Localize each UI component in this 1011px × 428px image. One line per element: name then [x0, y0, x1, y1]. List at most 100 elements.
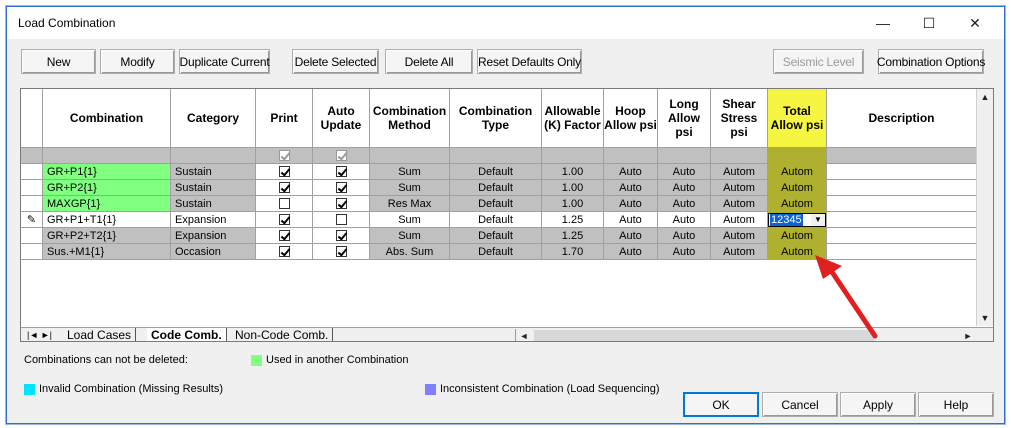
grid-cell-auto[interactable]: [313, 164, 370, 180]
grid-cell-shear[interactable]: Autom: [711, 196, 768, 212]
grid-cell-print[interactable]: [256, 212, 313, 228]
print-checkbox[interactable]: [278, 166, 290, 177]
column-header[interactable]: Long Allow psi: [658, 89, 711, 148]
grid-cell-shear[interactable]: Autom: [711, 164, 768, 180]
new-button[interactable]: New: [21, 49, 96, 74]
grid-cell-type[interactable]: Default: [450, 164, 542, 180]
apply-button[interactable]: Apply: [840, 392, 916, 417]
grid-cell-category[interactable]: Expansion: [171, 212, 256, 228]
grid-cell-method[interactable]: Abs. Sum: [370, 244, 450, 260]
grid-cell-k[interactable]: 1.00: [542, 164, 604, 180]
grid-cell-type[interactable]: Default: [450, 212, 542, 228]
grid-cell-total[interactable]: Autom: [768, 196, 827, 212]
grid-cell-method[interactable]: Sum: [370, 228, 450, 244]
close-button[interactable]: ✕: [952, 7, 998, 39]
delete-all-button[interactable]: Delete All: [385, 49, 473, 74]
grid-cell-shear[interactable]: Autom: [711, 212, 768, 228]
modify-button[interactable]: Modify: [100, 49, 175, 74]
vertical-scrollbar[interactable]: ▲ ▼: [976, 89, 993, 326]
print-checkbox[interactable]: [278, 246, 290, 257]
grid-cell-desc[interactable]: [827, 196, 977, 212]
grid-cell-long[interactable]: Auto: [658, 164, 711, 180]
grid-cell-category[interactable]: Sustain: [171, 164, 256, 180]
horizontal-scrollbar[interactable]: ◄ ►: [515, 328, 993, 341]
scroll-right-icon[interactable]: ►: [960, 328, 976, 341]
grid-cell-long[interactable]: Auto: [658, 228, 711, 244]
column-header[interactable]: Description: [827, 89, 977, 148]
grid-cell-shear[interactable]: Autom: [711, 228, 768, 244]
print-checkbox[interactable]: [278, 230, 290, 241]
grid-cell-print[interactable]: [256, 196, 313, 212]
grid-cell-method[interactable]: Res Max: [370, 196, 450, 212]
reset-defaults-button[interactable]: Reset Defaults Only: [477, 49, 582, 74]
grid-cell-desc[interactable]: [827, 228, 977, 244]
scroll-up-icon[interactable]: ▲: [977, 89, 993, 105]
tab-non-code-comb[interactable]: Non-Code Comb.: [231, 328, 334, 341]
dropdown-arrow-icon[interactable]: ▼: [811, 213, 825, 226]
grid-cell-print[interactable]: [256, 164, 313, 180]
grid-cell-hoop[interactable]: Auto: [604, 164, 658, 180]
seismic-level-button[interactable]: Seismic Level: [773, 49, 864, 74]
grid-cell-name[interactable]: MAXGP{1}: [43, 196, 171, 212]
grid-cell-hoop[interactable]: Auto: [604, 212, 658, 228]
grid-cell-desc[interactable]: [827, 212, 977, 228]
scroll-thumb[interactable]: [534, 330, 874, 341]
grid-cell-name[interactable]: GR+P1{1}: [43, 164, 171, 180]
combination-options-button[interactable]: Combination Options: [877, 49, 985, 74]
grid-cell-total[interactable]: Autom: [768, 244, 827, 260]
grid-cell-hoop[interactable]: Auto: [604, 180, 658, 196]
auto-checkbox[interactable]: [335, 166, 347, 177]
grid-cell-hoop[interactable]: Auto: [604, 244, 658, 260]
grid-cell-desc[interactable]: [827, 244, 977, 260]
grid-cell-desc[interactable]: [827, 164, 977, 180]
column-header[interactable]: Allowable (K) Factor: [542, 89, 604, 148]
auto-checkbox[interactable]: [335, 182, 347, 193]
grid-cell-type[interactable]: Default: [450, 228, 542, 244]
total-allow-edit-field[interactable]: 12345 ▼: [768, 212, 826, 227]
grid-cell-total[interactable]: 12345 ▼: [768, 212, 827, 228]
column-header[interactable]: Hoop Allow psi: [604, 89, 658, 148]
scroll-left-icon[interactable]: ◄: [516, 328, 532, 341]
grid-cell-auto[interactable]: [313, 228, 370, 244]
grid-cell-print[interactable]: [256, 180, 313, 196]
print-checkbox[interactable]: [278, 214, 290, 225]
grid-cell-method[interactable]: Sum: [370, 180, 450, 196]
grid-cell-name[interactable]: GR+P1+T1{1}: [43, 212, 171, 228]
grid-cell-long[interactable]: Auto: [658, 244, 711, 260]
column-header[interactable]: Print: [256, 89, 313, 148]
grid-cell-auto[interactable]: [313, 196, 370, 212]
grid-cell-k[interactable]: 1.25: [542, 212, 604, 228]
grid-cell-auto[interactable]: [313, 180, 370, 196]
grid-cell-auto[interactable]: [313, 244, 370, 260]
grid-cell-name[interactable]: Sus.+M1{1}: [43, 244, 171, 260]
tab-code-comb[interactable]: Code Comb.: [147, 328, 227, 341]
grid-cell-category[interactable]: Sustain: [171, 180, 256, 196]
grid-cell-hoop[interactable]: Auto: [604, 196, 658, 212]
grid-cell-category[interactable]: Sustain: [171, 196, 256, 212]
maximize-button[interactable]: ☐: [906, 7, 952, 39]
grid-cell-total[interactable]: Autom: [768, 228, 827, 244]
grid-cell-method[interactable]: Sum: [370, 164, 450, 180]
column-header[interactable]: Shear Stress psi: [711, 89, 768, 148]
grid-cell-category[interactable]: Expansion: [171, 228, 256, 244]
grid-cell-total[interactable]: Autom: [768, 180, 827, 196]
grid-cell-auto[interactable]: [313, 212, 370, 228]
column-header[interactable]: Combination: [43, 89, 171, 148]
grid-cell-name[interactable]: GR+P2+T2{1}: [43, 228, 171, 244]
column-header[interactable]: Auto Update: [313, 89, 370, 148]
grid-cell-k[interactable]: 1.00: [542, 196, 604, 212]
grid-cell-desc[interactable]: [827, 180, 977, 196]
grid-cell-k[interactable]: 1.25: [542, 228, 604, 244]
grid-cell-long[interactable]: Auto: [658, 196, 711, 212]
minimize-button[interactable]: —: [860, 7, 906, 39]
column-header[interactable]: Combination Type: [450, 89, 542, 148]
auto-checkbox[interactable]: [335, 230, 347, 241]
grid-cell-total[interactable]: Autom: [768, 164, 827, 180]
print-checkbox[interactable]: [278, 198, 290, 209]
grid-cell-long[interactable]: Auto: [658, 212, 711, 228]
tab-scroll-left-icon[interactable]: |◄ ►|: [23, 328, 56, 341]
column-header[interactable]: Total Allow psi: [768, 89, 827, 148]
cancel-button[interactable]: Cancel: [762, 392, 838, 417]
grid-cell-type[interactable]: Default: [450, 244, 542, 260]
grid-cell-shear[interactable]: Autom: [711, 180, 768, 196]
